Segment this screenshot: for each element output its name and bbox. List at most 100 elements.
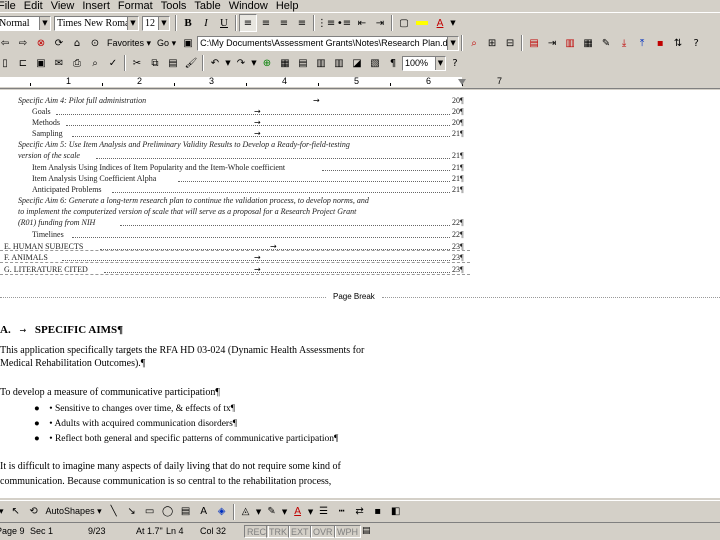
status-wph[interactable]: WPH [334, 525, 361, 538]
toc-entry[interactable]: Specific Aim 4: Pilot full administratio… [18, 96, 146, 105]
toc-entry[interactable]: Sampling [32, 129, 63, 138]
spelling-icon[interactable]: ✓ [104, 54, 122, 72]
upload-icon[interactable]: ⤒ [633, 34, 651, 52]
menu-insert[interactable]: Insert [78, 0, 114, 12]
paragraph-line[interactable]: communication. Because communication is … [0, 476, 331, 488]
toc-entry[interactable]: G. LITERATURE CITED [4, 265, 88, 274]
sort-icon[interactable]: ⇅ [669, 34, 687, 52]
line-icon[interactable]: ╲ [105, 503, 123, 521]
menu-table[interactable]: Table [190, 0, 224, 12]
underline-button[interactable]: U [215, 14, 233, 32]
align-center-button[interactable]: ≡ [257, 14, 275, 32]
toc-entry[interactable]: Item Analysis Using Coefficient Alpha [32, 174, 156, 183]
chevron-down-icon[interactable]: ▼ [224, 54, 232, 72]
menu-file[interactable]: File [0, 0, 20, 12]
bullet-item[interactable]: ● • Reflect both general and specific pa… [34, 433, 338, 445]
align-left-button[interactable]: ≡ [239, 14, 257, 32]
open-folder-icon[interactable]: ⊏ [14, 54, 32, 72]
insert-table-icon[interactable]: ▤ [294, 54, 312, 72]
paragraph-line[interactable]: Medical Rehabilitation Outcomes).¶ [0, 358, 145, 370]
align-right-button[interactable]: ≡ [275, 14, 293, 32]
chevron-down-icon[interactable]: ▼ [447, 36, 459, 50]
paste-icon[interactable]: ▤ [164, 54, 182, 72]
border-button[interactable]: ▢ [395, 14, 413, 32]
tables-borders-icon[interactable]: ▦ [276, 54, 294, 72]
3d-icon[interactable]: ◧ [387, 503, 405, 521]
wordart-icon[interactable]: A [195, 503, 213, 521]
insert-excel-icon[interactable]: ▥ [312, 54, 330, 72]
refresh-icon[interactable]: ⟳ [50, 34, 68, 52]
show-hide-icon[interactable]: ¶ [384, 54, 402, 72]
numbering-button[interactable]: ⋮≡ [317, 14, 335, 32]
toc-entry[interactable]: F. ANIMALS [4, 253, 48, 262]
go-menu[interactable]: Go ▾ [154, 38, 179, 49]
address-field[interactable]: C:\My Documents\Assessment Grants\Notes\… [197, 35, 460, 51]
back-icon[interactable]: ⇦ [0, 34, 14, 52]
save-icon[interactable]: ▣ [32, 54, 50, 72]
pen-icon[interactable]: ✎ [597, 34, 615, 52]
save-icon[interactable]: ▪ [651, 34, 669, 52]
bullet-item[interactable]: ● • Sensitive to changes over time, & ef… [34, 403, 235, 415]
oval-icon[interactable]: ◯ [159, 503, 177, 521]
search-web-icon[interactable]: ⊙ [86, 34, 104, 52]
font-dropdown[interactable]: Times New Roman ▼ [54, 15, 139, 31]
rectangle-icon[interactable]: ▭ [141, 503, 159, 521]
chevron-down-icon[interactable]: ▼ [449, 14, 457, 32]
horizontal-ruler[interactable]: 1 2 3 4 5 6 7 [0, 75, 720, 89]
insert-hyperlink-icon[interactable]: ⊕ [258, 54, 276, 72]
status-ext[interactable]: EXT [288, 525, 312, 538]
section-heading[interactable]: A. → SPECIFIC AIMS¶ [0, 324, 123, 336]
print-icon[interactable]: ⎙ [68, 54, 86, 72]
font-color-icon[interactable]: A [289, 503, 307, 521]
bullet-item[interactable]: ● • Adults with acquired communication d… [34, 418, 237, 430]
chevron-down-icon[interactable]: ▼ [39, 16, 50, 30]
document-area[interactable]: Specific Aim 4: Pilot full administratio… [0, 90, 720, 498]
style-dropdown[interactable]: Normal ▼ [0, 15, 51, 31]
toc-entry[interactable]: to implement the computerized version of… [18, 207, 356, 216]
shadow-icon[interactable]: ▪ [369, 503, 387, 521]
chevron-down-icon[interactable]: ▼ [281, 503, 289, 521]
document-map-icon[interactable]: ▧ [366, 54, 384, 72]
chevron-down-icon[interactable]: ▼ [307, 503, 315, 521]
toc-entry[interactable]: Anticipated Problems [32, 185, 102, 194]
toc-entry[interactable]: Specific Aim 6: Generate a long-term res… [18, 196, 369, 205]
status-ovr[interactable]: OVR [310, 525, 336, 538]
autoshapes-menu[interactable]: AutoShapes ▾ [43, 506, 105, 517]
line-color-icon[interactable]: ✎ [263, 503, 281, 521]
report-icon[interactable]: ▥ [561, 34, 579, 52]
toc-entry[interactable]: Specific Aim 5: Use Item Analysis and Pr… [18, 140, 350, 149]
toc-entry[interactable]: (R01) funding from NIH [18, 218, 95, 227]
select-objects-icon[interactable]: ↖ [7, 503, 25, 521]
decrease-indent-button[interactable]: ⇤ [353, 14, 371, 32]
undo-icon[interactable]: ↶ [206, 54, 224, 72]
spelling-status-icon[interactable]: ▤ [362, 525, 371, 538]
favorites-menu[interactable]: Favorites ▾ [104, 38, 154, 49]
zoom-in-icon[interactable]: ⊞ [483, 34, 501, 52]
drawing-icon[interactable]: ◪ [348, 54, 366, 72]
toc-entry[interactable]: Methods [32, 118, 60, 127]
menu-help[interactable]: Help [272, 0, 303, 12]
arrow-style-icon[interactable]: ⇄ [351, 503, 369, 521]
toc-entry[interactable]: Item Analysis Using Indices of Item Popu… [32, 163, 285, 172]
chevron-down-icon[interactable]: ▼ [127, 16, 138, 30]
forward-icon[interactable]: ⇨ [14, 34, 32, 52]
chevron-down-icon[interactable]: ▼ [435, 56, 445, 70]
zoom-out-icon[interactable]: ⊟ [501, 34, 519, 52]
clip-art-icon[interactable]: ◈ [213, 503, 231, 521]
paragraph-line[interactable]: It is difficult to imagine many aspects … [0, 461, 341, 473]
zoom-dropdown[interactable]: 100% ▼ [402, 55, 446, 71]
line-style-icon[interactable]: ☰ [315, 503, 333, 521]
status-trk[interactable]: TRK [266, 525, 290, 538]
redo-icon[interactable]: ↷ [232, 54, 250, 72]
format-painter-icon[interactable]: 🖌 [182, 54, 200, 72]
toc-entry[interactable]: Timelines [32, 230, 64, 239]
menu-tools[interactable]: Tools [157, 0, 191, 12]
bullets-button[interactable]: •≡ [335, 14, 353, 32]
dash-style-icon[interactable]: ┅ [333, 503, 351, 521]
increase-indent-button[interactable]: ⇥ [371, 14, 389, 32]
stop-icon[interactable]: ⊗ [32, 34, 50, 52]
font-size-dropdown[interactable]: 12 ▼ [142, 15, 170, 31]
bold-button[interactable]: B [179, 14, 197, 32]
home-icon[interactable]: ⌂ [68, 34, 86, 52]
highlight-button[interactable] [413, 14, 431, 32]
